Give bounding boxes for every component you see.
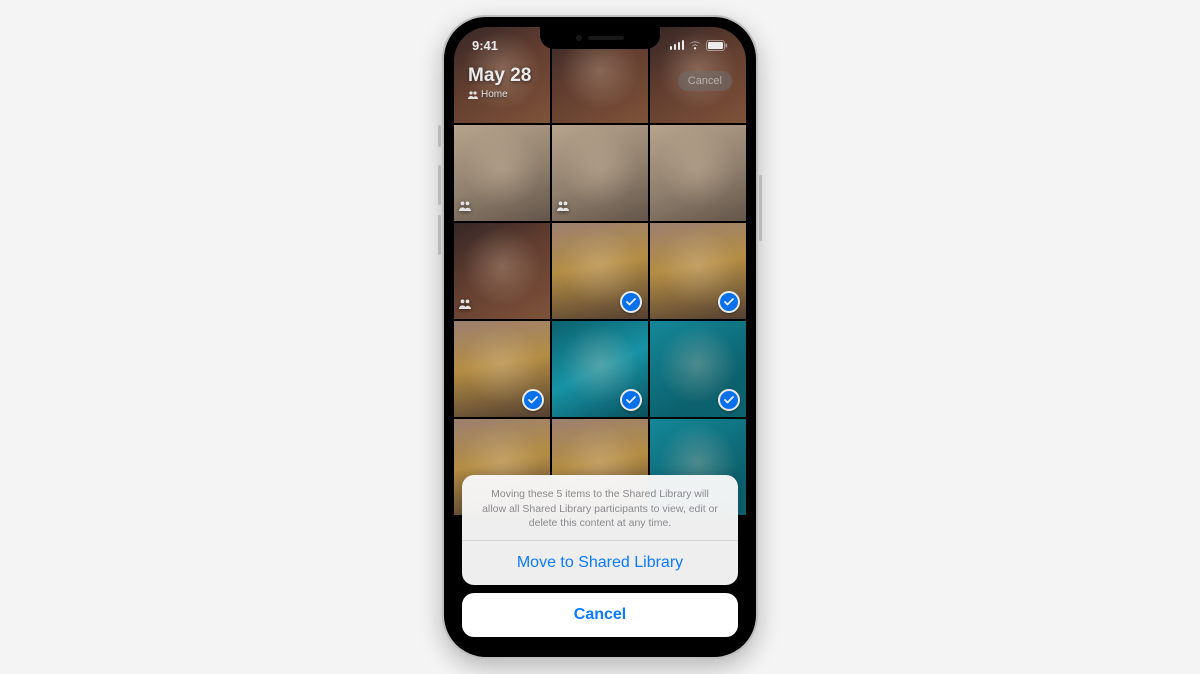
bezel: 9:41 May 28 Home [444, 17, 756, 657]
side-button [759, 175, 762, 241]
mute-switch [438, 125, 441, 147]
action-sheet: Moving these 5 items to the Shared Libra… [462, 475, 738, 637]
action-sheet-card: Moving these 5 items to the Shared Libra… [462, 475, 738, 585]
screen: 9:41 May 28 Home [454, 27, 746, 647]
stage: 9:41 May 28 Home [0, 0, 1200, 674]
move-to-shared-library-button[interactable]: Move to Shared Library [462, 541, 738, 585]
volume-up-button [438, 165, 441, 205]
iphone-device-frame: 9:41 May 28 Home [442, 15, 758, 659]
action-sheet-message: Moving these 5 items to the Shared Libra… [462, 475, 738, 540]
home-indicator[interactable] [545, 639, 655, 643]
action-sheet-cancel-button[interactable]: Cancel [462, 593, 738, 637]
volume-down-button [438, 215, 441, 255]
